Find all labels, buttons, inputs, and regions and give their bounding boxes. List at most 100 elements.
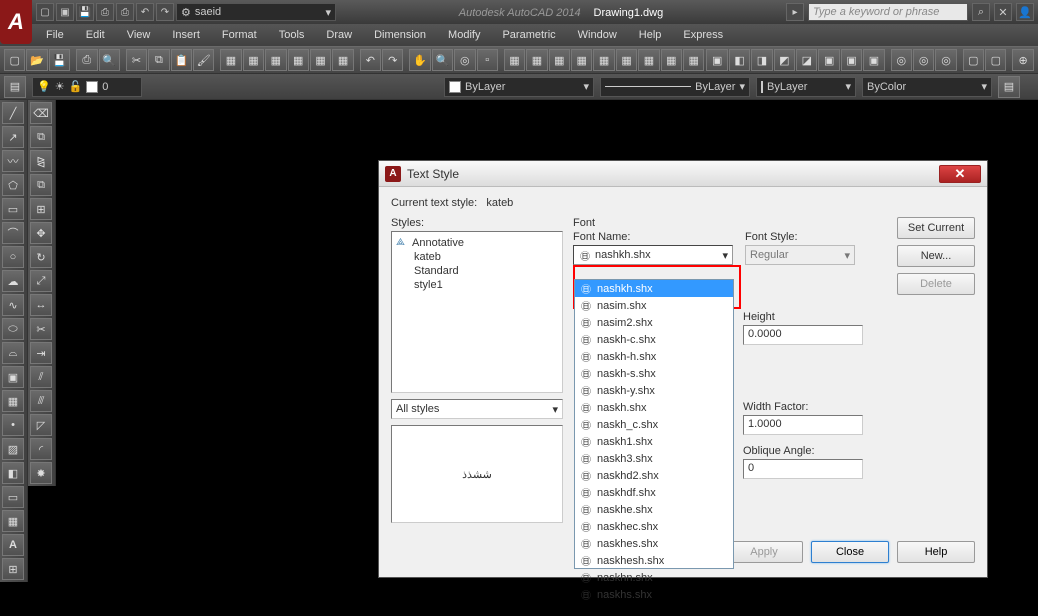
tb-pan-icon[interactable]: ✋ — [409, 49, 430, 71]
tb-new-icon[interactable]: ▢ — [4, 49, 25, 71]
tb-x3-icon[interactable]: ▦ — [683, 49, 704, 71]
font-option[interactable]: ㊐naskh-y.shx — [575, 382, 733, 399]
layerprop-icon[interactable]: ▤ — [4, 76, 26, 98]
fillet-icon[interactable]: ◜ — [30, 438, 52, 460]
chamfer-icon[interactable]: ◸ — [30, 414, 52, 436]
ray-icon[interactable]: ↗ — [2, 126, 24, 148]
style-item-annotative[interactable]: ⟁ Annotative — [396, 236, 558, 250]
font-name-dropdown[interactable]: ㊐nashkh.shx ㊐nasim.shx ㊐nasim2.shx ㊐nask… — [574, 279, 734, 569]
widthfactor-input[interactable]: 1.0000 — [743, 415, 863, 435]
tb-orbit-icon[interactable]: ◎ — [454, 49, 475, 71]
search-input[interactable]: Type a keyword or phrase — [808, 3, 968, 21]
set-current-button[interactable]: Set Current — [897, 217, 975, 239]
layer-states[interactable]: 💡 ☀ 🔓 0 — [32, 77, 142, 97]
tb-tool5-icon[interactable]: ▫ — [477, 49, 498, 71]
tb-3d9-icon[interactable]: ◎ — [891, 49, 912, 71]
tb-mkm-icon[interactable]: ▦ — [593, 49, 614, 71]
menu-format[interactable]: Format — [222, 29, 257, 41]
menu-tools[interactable]: Tools — [279, 29, 305, 41]
redo-icon[interactable]: ↷ — [156, 3, 174, 21]
height-input[interactable]: 0.0000 — [743, 325, 863, 345]
ellipsearc-icon[interactable]: ⌓ — [2, 342, 24, 364]
tb-3d3-icon[interactable]: ◨ — [751, 49, 772, 71]
menu-draw[interactable]: Draw — [326, 29, 352, 41]
tb-block3-icon[interactable]: ▦ — [265, 49, 286, 71]
addsel-icon[interactable]: ⊞ — [2, 558, 24, 580]
spline-icon[interactable]: ∿ — [2, 294, 24, 316]
tb-3d11-icon[interactable]: ◎ — [935, 49, 956, 71]
tb-3d7-icon[interactable]: ▣ — [841, 49, 862, 71]
open-icon[interactable]: ▣ — [56, 3, 74, 21]
explode-icon[interactable]: ✸ — [30, 462, 52, 484]
font-option[interactable]: ㊐nasim2.shx — [575, 314, 733, 331]
region-icon[interactable]: ▭ — [2, 486, 24, 508]
tb-save-icon[interactable]: 💾 — [49, 49, 70, 71]
dialog-titlebar[interactable]: A Text Style ✕ — [379, 161, 987, 187]
polygon-icon[interactable]: ⬠ — [2, 174, 24, 196]
user-icon[interactable]: 👤 — [1016, 3, 1034, 21]
new-button[interactable]: New... — [897, 245, 975, 267]
lineweight-control[interactable]: ByLayer ▾ — [756, 77, 856, 97]
workspace-selector[interactable]: ⚙saeid ▾ — [176, 3, 336, 21]
tb-dc-icon[interactable]: ▦ — [526, 49, 547, 71]
ellipse-icon[interactable]: ⬭ — [2, 318, 24, 340]
table-icon[interactable]: ▦ — [2, 510, 24, 532]
linetype-control[interactable]: ByLayer ▾ — [600, 77, 750, 97]
style-filter-select[interactable]: All styles ▾ — [391, 399, 563, 419]
tb-3d5-icon[interactable]: ◪ — [796, 49, 817, 71]
plot-icon[interactable]: ⎙ — [116, 3, 134, 21]
plotstyle-control[interactable]: ByColor ▾ — [862, 77, 992, 97]
close-button[interactable]: ✕ — [939, 165, 981, 183]
tb-preview-icon[interactable]: 🔍 — [99, 49, 120, 71]
menu-dimension[interactable]: Dimension — [374, 29, 426, 41]
tb-open-icon[interactable]: 📂 — [26, 49, 47, 71]
arc-icon[interactable]: ⌒ — [2, 222, 24, 244]
font-option[interactable]: ㊐naskhdf.shx — [575, 484, 733, 501]
tb-prop-icon[interactable]: ▦ — [504, 49, 525, 71]
tb-3d2-icon[interactable]: ◧ — [729, 49, 750, 71]
menu-insert[interactable]: Insert — [172, 29, 200, 41]
tb-redo-icon[interactable]: ↷ — [382, 49, 403, 71]
undo-icon[interactable]: ↶ — [136, 3, 154, 21]
tb-copy-icon[interactable]: ⧉ — [148, 49, 169, 71]
stretch-icon[interactable]: ↔ — [30, 294, 52, 316]
tb-3d4-icon[interactable]: ◩ — [774, 49, 795, 71]
font-option[interactable]: ㊐naskh1.shx — [575, 433, 733, 450]
font-name-select[interactable]: ㊐nashkh.shx ▾ — [573, 245, 733, 265]
join-icon[interactable]: ⫻ — [30, 390, 52, 412]
mirror-icon[interactable]: ⧎ — [30, 150, 52, 172]
style-item-style1[interactable]: style1 — [396, 278, 558, 292]
scale-icon[interactable]: ⤢ — [30, 270, 52, 292]
rotate-icon[interactable]: ↻ — [30, 246, 52, 268]
tb-block-icon[interactable]: ▦ — [220, 49, 241, 71]
menu-window[interactable]: Window — [578, 29, 617, 41]
point-icon[interactable]: • — [2, 414, 24, 436]
tb-undo-icon[interactable]: ↶ — [360, 49, 381, 71]
tb-paste-icon[interactable]: 📋 — [171, 49, 192, 71]
exchange-icon[interactable]: ✕ — [994, 3, 1012, 21]
tb-block6-icon[interactable]: ▦ — [332, 49, 353, 71]
tb-zoom-icon[interactable]: 🔍 — [432, 49, 453, 71]
font-option[interactable]: ㊐naskh-h.shx — [575, 348, 733, 365]
style-item-kateb[interactable]: kateb — [396, 250, 558, 264]
menu-express[interactable]: Express — [683, 29, 723, 41]
makeblock-icon[interactable]: ▦ — [2, 390, 24, 412]
hatch-icon[interactable]: ▨ — [2, 438, 24, 460]
font-option[interactable]: ㊐naskh_c.shx — [575, 416, 733, 433]
copy-icon[interactable]: ⧉ — [30, 126, 52, 148]
tb-3d12-icon[interactable]: ▢ — [963, 49, 984, 71]
help-button[interactable]: Help — [897, 541, 975, 563]
revcloud-icon[interactable]: ☁ — [2, 270, 24, 292]
menu-edit[interactable]: Edit — [86, 29, 105, 41]
tb-ssm-icon[interactable]: ▦ — [571, 49, 592, 71]
tb-x1-icon[interactable]: ▦ — [638, 49, 659, 71]
tb-x2-icon[interactable]: ▦ — [661, 49, 682, 71]
tb-tp-icon[interactable]: ▦ — [549, 49, 570, 71]
font-option[interactable]: ㊐naskhes.shx — [575, 535, 733, 552]
obliqueangle-input[interactable]: 0 — [743, 459, 863, 479]
mtext-icon[interactable]: A — [2, 534, 24, 556]
circle-icon[interactable]: ○ — [2, 246, 24, 268]
tb-3d1-icon[interactable]: ▣ — [706, 49, 727, 71]
font-option[interactable]: ㊐nashkh.shx — [575, 280, 733, 297]
line-icon[interactable]: ╱ — [2, 102, 24, 124]
